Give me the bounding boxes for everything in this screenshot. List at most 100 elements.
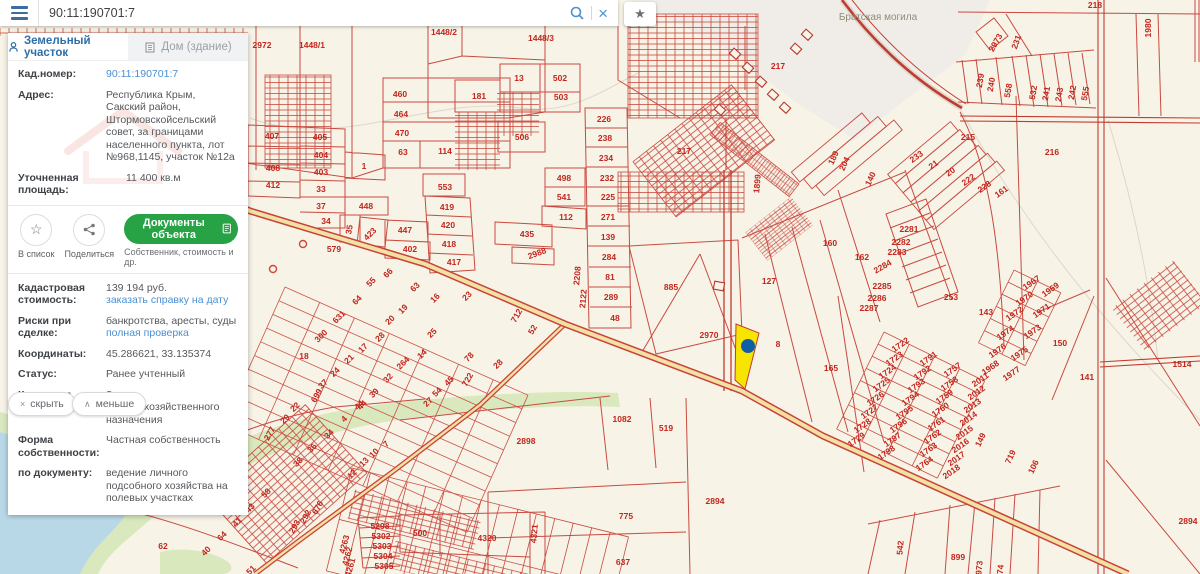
button-label: скрыть [30,398,64,410]
map-parcel-label: 417 [447,257,461,267]
map-parcel-label: 2282 [892,237,911,247]
search-icon[interactable] [569,5,585,21]
menu-button[interactable] [0,0,39,26]
map-parcel-label: 160 [823,238,837,248]
map-parcel-label: 141 [1080,372,1094,382]
map-parcel-label: 541 [557,192,571,202]
add-to-list-button[interactable]: ☆ В список [18,213,55,259]
map-parcel-label: 500 [413,528,427,538]
map-parcel-label: 579 [327,244,341,254]
map-parcel-label: 553 [438,182,452,192]
map-parcel-label: 775 [619,511,633,521]
button-caption: Собственник, стоимость и др. [124,246,234,267]
map-parcel-label: 225 [601,192,615,202]
map-parcel-label: 37 [316,201,326,211]
map-parcel-label: 502 [553,73,567,83]
field-label: Риски при сделке: [18,314,72,340]
star-icon: ☆ [20,213,53,246]
map-parcel-label: 973 [973,560,984,574]
map-parcel-label: 2285 [873,281,892,291]
full-check-link[interactable]: полная проверка [106,327,238,340]
map-parcel-label: 1514 [1173,359,1192,369]
field-value: 45.286621, 33.135374 [106,347,212,360]
map-parcel-label: 1899 [751,174,763,194]
map-parcel-label: 181 [472,91,486,101]
map-parcel-label: 405 [313,132,327,142]
map-parcel-label: 284 [602,252,616,262]
map-parcel-label: 1 [362,161,367,171]
show-less-button[interactable]: ∧ меньше [72,392,147,416]
map-parcel-label: 4321 [528,524,540,544]
map-parcel-label: 48 [610,313,620,323]
map-parcel-label: 2894 [706,496,725,506]
address-value: Республика Крым, Сакский район, Штормовс… [106,88,235,164]
map-parcel-label: 34 [321,216,331,226]
map-parcel-label: 112 [559,212,573,222]
field-value: Частная собственность [106,434,221,446]
map-parcel-label: 506 [515,132,529,142]
map-parcel-label: 885 [664,282,678,292]
button-label: Документы объекта [142,216,205,241]
map-parcel-label: 412 [266,180,280,190]
map-parcel-label: 63 [398,147,408,157]
field-cadastral-value: Кадастровая стоимость: 139 194 руб. зака… [18,282,238,307]
map-parcel-label: 2283 [888,247,907,257]
map-parcel-label: 403 [314,167,328,177]
map-parcel-label: 216 [1045,147,1059,157]
share-button[interactable]: Поделиться [64,213,115,259]
panel-tabs: Земельный участок Дом (здание) [8,33,248,61]
map-parcel-label: 1448/3 [528,33,554,43]
map-parcel-label: Братская могила [839,12,918,23]
map-parcel-label: 2287 [860,303,879,313]
map-parcel-label: 5305 [375,561,394,571]
field-label: Статус: [18,368,57,380]
map-parcel-label: 232 [600,173,614,183]
map-parcel-label: 81 [605,272,615,282]
map-parcel-label: 2281 [900,224,919,234]
map-parcel-label: 402 [403,244,417,254]
field-label: Уточненная площадь: [18,171,79,197]
order-certificate-link[interactable]: заказать справку на дату [106,294,238,307]
map-parcel-label: 407 [265,131,279,141]
object-documents-button[interactable]: Документы объекта [124,213,238,244]
action-buttons: ☆ В список Поделиться Документы объекта [18,213,238,267]
map-parcel-label: 435 [520,229,534,239]
cad-number-link[interactable]: 90:11:190701:7 [106,68,178,80]
tab-building[interactable]: Дом (здание) [128,33,248,60]
map-parcel-label: 2972 [253,40,272,50]
map-parcel-label: 447 [398,225,412,235]
map-parcel-label: 4320 [478,533,497,543]
field-cad-number: Кад.номер: 90:11:190701:7 [18,68,238,81]
tab-land-parcel[interactable]: Земельный участок [8,33,128,60]
map-parcel-label: 215 [961,132,975,142]
map-parcel-label: 289 [604,292,618,302]
search-input[interactable]: 90:11:190701:7 [39,6,569,20]
map-parcel-label: 2208 [571,266,583,286]
hide-panel-button[interactable]: × скрыть [8,392,76,416]
map-parcel-label: 637 [616,557,630,567]
map-parcel-label: 899 [951,552,965,562]
map-parcel-label: 33 [316,184,326,194]
button-label: В список [18,248,55,259]
map-parcel-label: 464 [394,109,408,119]
map-parcel-label: 139 [601,232,615,242]
collapse-icon: ∧ [84,398,91,409]
field-label: Координаты: [18,347,87,360]
map-parcel-label: 408 [266,163,280,173]
field-value: банкротства, аресты, суды [106,314,237,327]
field-deal-risks: Риски при сделке: банкротства, аресты, с… [18,315,238,340]
share-icon [83,223,95,236]
close-icon: × [20,399,26,409]
map-parcel-label: 1082 [613,414,632,424]
selected-parcel-marker[interactable] [741,339,755,353]
map-parcel-label: 2894 [1179,516,1198,526]
field-status: Статус: Ранее учтенный [18,368,238,381]
search-bar: 90:11:190701:7 × [0,0,618,26]
button-label: Поделиться [64,248,115,259]
map-parcel-label: 218 [1088,0,1102,10]
map-parcel-label: 13 [514,73,524,83]
map-parcel-label: 5302 [372,531,391,541]
building-icon [145,41,155,53]
favorites-button[interactable]: ★ [624,2,656,26]
clear-search-icon[interactable]: × [598,5,608,22]
